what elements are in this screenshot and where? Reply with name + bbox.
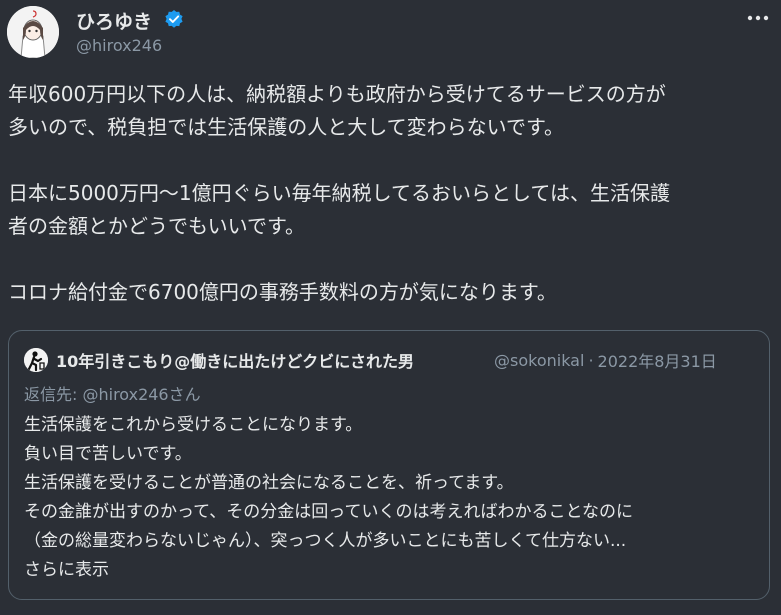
quoted-line: 生活保護を受けることが普通の社会になることを、祈ってます。 xyxy=(24,473,514,493)
reply-to-mention[interactable]: @hirox246さん xyxy=(82,385,200,404)
quoted-avatar-illustration xyxy=(24,348,48,372)
quoted-author-name[interactable]: 10年引きこもり@働きに出たけどクビにされた男 xyxy=(56,348,492,372)
verified-badge-icon xyxy=(164,9,184,29)
tweet-line: コロナ給付金で6700億円の事務手数料の方が気になります。 xyxy=(8,280,557,304)
quoted-tweet-header: 10年引きこもり@働きに出たけどクビにされた男 @sokonikal · 202… xyxy=(24,348,717,372)
tweet-text: 年収600万円以下の人は、納税額よりも政府から受けてるサービスの方が 多いので、… xyxy=(8,78,773,309)
tweet-line: 多いので、税負担では生活保護の人と大して変わらないです。 xyxy=(8,115,564,139)
author-handle[interactable]: @hirox246 xyxy=(76,36,162,55)
reply-prefix: 返信先: xyxy=(24,385,83,404)
quoted-line: その金誰が出すのかって、その分金は回っていくのは考えればわかることなのに xyxy=(24,502,633,522)
show-more-link[interactable]: さらに表示 xyxy=(24,556,759,585)
quoted-author-avatar[interactable] xyxy=(24,348,48,372)
tweet-line: 年収600万円以下の人は、納税額よりも政府から受けてるサービスの方が xyxy=(8,82,666,106)
quoted-line: 生活保護をこれから受けることになります。 xyxy=(24,415,363,435)
quoted-author-handle[interactable]: @sokonikal xyxy=(494,351,584,370)
author-avatar[interactable] xyxy=(7,6,59,58)
avatar-illustration xyxy=(7,6,59,58)
author-name[interactable]: ひろゆき xyxy=(76,7,152,34)
more-options-button[interactable] xyxy=(743,6,773,30)
separator-dot: · xyxy=(588,350,594,370)
quoted-line: 負い目で苦しいです。 xyxy=(24,444,192,464)
quoted-tweet-date[interactable]: 2022年8月31日 xyxy=(598,348,717,372)
more-horizontal-icon xyxy=(747,15,769,21)
quoted-line: （金の総量変わらないじゃん）、突っつく人が多いことにも苦しくて仕方ない... xyxy=(24,531,627,551)
tweet-line: 日本に5000万円〜1億円ぐらい毎年納税してるおいらとしては、生活保護 xyxy=(8,181,671,205)
quoted-tweet[interactable]: 10年引きこもり@働きに出たけどクビにされた男 @sokonikal · 202… xyxy=(8,330,770,600)
reply-to-line: 返信先: @hirox246さん xyxy=(24,381,201,405)
quoted-tweet-text: 生活保護をこれから受けることになります。 負い目で苦しいです。 生活保護を受ける… xyxy=(24,411,759,585)
tweet-line: 者の金額とかどうでもいいです。 xyxy=(8,214,305,238)
